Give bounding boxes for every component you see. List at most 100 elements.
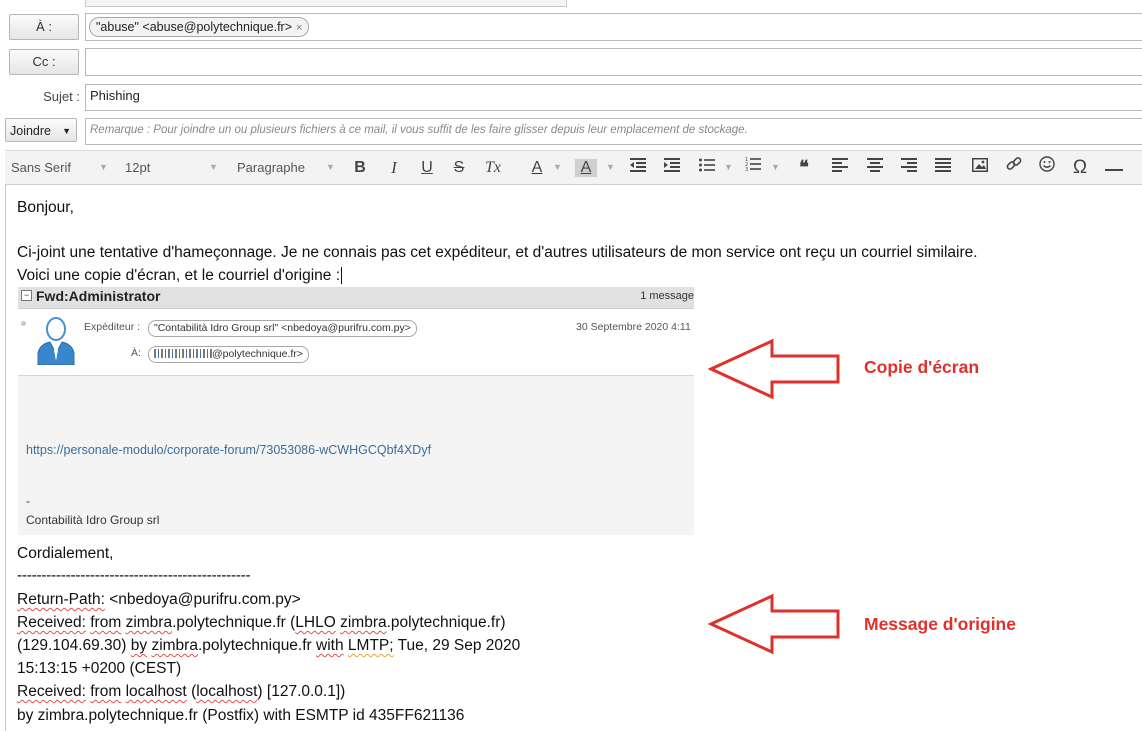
phishing-link: https://personale-modulo/corporate-forum… (26, 443, 432, 457)
header-value: Tue, 29 Sep 2020 (393, 637, 521, 654)
sender-label: Expéditeur : (84, 321, 141, 333)
text-color-button[interactable]: A (526, 151, 548, 184)
chevron-down-icon: ▼ (553, 162, 562, 172)
header-word: LHLO (295, 614, 336, 631)
attach-button[interactable]: Joindre ▼ (5, 118, 77, 142)
bold-button[interactable]: B (349, 151, 371, 184)
header-word: zimbra (125, 614, 173, 631)
body-line-2: Voici une copie d'écran, et le courriel … (17, 267, 342, 285)
screenshot-message-count: 1 message (640, 290, 694, 302)
font-size-value: 12pt (125, 160, 151, 175)
unread-dot-icon (21, 321, 26, 326)
numbered-list-icon[interactable]: 123 (742, 151, 764, 184)
chevron-down-icon: ▼ (99, 162, 108, 172)
screenshot-signature: Contabilità Idro Group srl (26, 513, 160, 527)
header-word: zimbra (151, 637, 198, 654)
blockquote-button[interactable]: ❝ (793, 151, 815, 184)
header-key: Return-Path: (17, 591, 105, 608)
chevron-down-icon: ▼ (326, 162, 335, 172)
font-family-select[interactable]: Sans Serif (11, 151, 71, 184)
emoji-icon[interactable] (1036, 151, 1058, 184)
align-right-icon[interactable] (898, 151, 920, 184)
attach-label: Joindre (10, 124, 51, 138)
origin-annotation: Message d'origine (864, 614, 1016, 634)
header-word: localhost (125, 683, 187, 700)
horizontal-rule-icon[interactable] (1103, 151, 1125, 184)
screenshot-subject: Fwd:Administrator (36, 288, 161, 304)
paragraph-select[interactable]: Paragraphe (237, 151, 305, 184)
header-value: [127.0.0.1]) (262, 683, 346, 700)
subject-label: Sujet : (43, 89, 80, 104)
chevron-down-icon: ▼ (62, 126, 71, 136)
header-word: zimbra (340, 614, 387, 631)
body-line-1: Ci-joint une tentative d'hameçonnage. Je… (17, 244, 978, 261)
subject-value: Phishing (90, 88, 140, 103)
header-line-received-5: by zimbra.polytechnique.fr (Postfix) wit… (17, 707, 465, 724)
header-line-received-2: (129.104.69.30) by zimbra.polytechnique.… (17, 637, 520, 655)
header-value: .polytechnique.fr) (386, 614, 506, 631)
strikethrough-button[interactable]: S (448, 151, 470, 184)
screenshot-header: Expéditeur : "Contabilità Idro Group srl… (18, 309, 694, 376)
text-cursor (341, 267, 342, 284)
greeting: Bonjour, (17, 199, 74, 216)
omega-icon[interactable]: Ω (1069, 151, 1091, 184)
underline-button[interactable]: U (416, 151, 438, 184)
chevron-down-icon: ▼ (724, 162, 733, 172)
recipient-chip-redacted: @polytechnique.fr> (148, 346, 309, 363)
indent-icon[interactable] (661, 151, 683, 184)
header-word: by (130, 637, 148, 654)
font-size-select[interactable]: 12pt (125, 151, 150, 184)
body-line-2-text: Voici une copie d'écran, et le courriel … (17, 267, 340, 284)
subject-field[interactable]: Phishing (85, 84, 1142, 111)
signature-dash: - (26, 494, 30, 508)
header-key: Received: (17, 614, 86, 631)
header-word: with (316, 637, 344, 654)
avatar-icon (37, 317, 75, 365)
chevron-down-icon: ▼ (606, 162, 615, 172)
bullet-list-icon[interactable] (696, 151, 718, 184)
header-line-received-1: Received: from zimbra.polytechnique.fr (… (17, 614, 506, 632)
close-icon[interactable]: × (296, 22, 302, 34)
header-word: from (90, 683, 122, 700)
recipient-label: À: (131, 347, 141, 359)
header-value: .polytechnique.fr (197, 637, 317, 654)
highlight-color-button[interactable]: A (575, 159, 597, 177)
outdent-icon[interactable] (627, 151, 649, 184)
recipient-domain: @polytechnique.fr> (212, 348, 303, 360)
screenshot-date: 30 Septembre 2020 4:11 (576, 321, 691, 333)
formatting-toolbar: Sans Serif ▼ 12pt ▼ Paragraphe ▼ B I U S… (5, 150, 1142, 185)
chevron-down-icon: ▼ (771, 162, 780, 172)
arrow-left-icon (708, 593, 840, 655)
align-center-icon[interactable] (864, 151, 886, 184)
header-word: localhost (196, 683, 258, 700)
paragraph-value: Paragraphe (237, 160, 305, 175)
clear-format-button[interactable]: Tx (480, 151, 506, 184)
insert-image-icon[interactable] (969, 151, 991, 184)
screenshot-annotation: Copie d'écran (864, 357, 980, 377)
closing: Cordialement, (17, 545, 114, 562)
recipient-chip-label: "abuse" <abuse@polytechnique.fr> (96, 20, 293, 34)
italic-button[interactable]: I (383, 151, 405, 184)
top-strip (85, 0, 567, 7)
attach-drop-zone[interactable]: Remarque : Pour joindre un ou plusieurs … (85, 118, 1142, 145)
cc-field[interactable] (85, 48, 1142, 76)
separator-line: ----------------------------------------… (17, 567, 251, 584)
cc-button[interactable]: Cc : (9, 49, 79, 75)
align-justify-icon[interactable] (932, 151, 954, 184)
align-left-icon[interactable] (829, 151, 851, 184)
header-value: (129.104.69.30) (17, 637, 131, 654)
recipient-chip[interactable]: "abuse" <abuse@polytechnique.fr> × (89, 17, 310, 37)
chevron-down-icon: ▼ (209, 162, 218, 172)
to-button[interactable]: À : (9, 14, 79, 40)
collapse-icon: − (21, 290, 32, 301)
to-field[interactable]: "abuse" <abuse@polytechnique.fr> × (85, 13, 1142, 41)
header-value: <nbedoya@purifru.com.py> (104, 591, 301, 608)
header-line-return-path: Return-Path: <nbedoya@purifru.com.py> (17, 591, 301, 609)
header-value: .polytechnique.fr ( (172, 614, 296, 631)
font-family-value: Sans Serif (11, 160, 71, 175)
arrow-left-icon (708, 338, 840, 400)
insert-link-icon[interactable] (1003, 151, 1025, 184)
attach-note: Remarque : Pour joindre un ou plusieurs … (90, 124, 748, 136)
header-line-received-3: 15:13:15 +0200 (CEST) (17, 660, 182, 677)
sender-chip: "Contabilità Idro Group srl" <nbedoya@pu… (148, 320, 417, 337)
